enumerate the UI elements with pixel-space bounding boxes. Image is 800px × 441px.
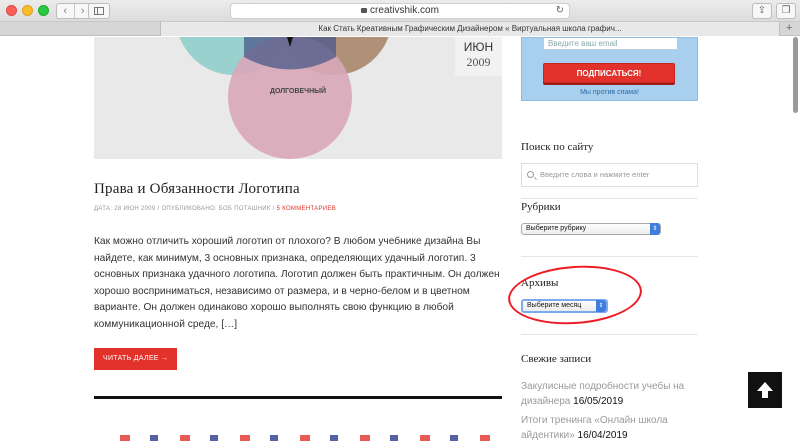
post-date-badge: ИЮН 2009 — [455, 37, 502, 76]
new-tab-button[interactable]: + — [786, 22, 792, 35]
sidebar-icon — [94, 7, 104, 15]
sidebar-toggle-button[interactable] — [88, 3, 110, 19]
next-post-image-strip[interactable] — [120, 435, 500, 441]
show-tabs-button[interactable]: ❐ — [776, 3, 796, 19]
scroll-to-top-button[interactable] — [748, 372, 782, 408]
zoom-window-icon[interactable] — [38, 5, 49, 16]
post-excerpt: Как можно отличить хороший логотип от пл… — [94, 236, 500, 330]
hero-label: ДОЛГОВЕЧНЫЙ — [270, 86, 326, 95]
annotation-circle — [506, 261, 644, 329]
recent-post-date: 16/04/2019 — [577, 430, 628, 441]
categories-select[interactable]: Выберите рубрику ⇕ — [521, 223, 661, 235]
recent-post-link[interactable]: Закулисные подробности учебы на дизайнер… — [521, 379, 711, 409]
search-placeholder: Введите слова и нажмите enter — [540, 170, 650, 179]
page-scrollbar[interactable] — [793, 37, 798, 113]
widget-separator — [521, 256, 698, 257]
date-year: 2009 — [466, 55, 491, 69]
share-button[interactable]: ⇪ — [752, 3, 772, 19]
browser-toolbar: ‹ › creativshik.com ↻ ⇪ ❐ — [0, 0, 800, 22]
select-arrows-icon: ⇕ — [650, 223, 660, 235]
post-meta-info: ДАТА: 28 ИЮН 2009 / ОПУБЛИКОВАНО: БОБ ПО… — [94, 206, 275, 212]
search-icon — [527, 171, 534, 178]
close-window-icon[interactable] — [6, 5, 17, 16]
url-text: creativshik.com — [370, 5, 439, 16]
widget-separator — [521, 198, 698, 199]
categories-widget-title: Рубрики — [521, 201, 561, 213]
read-more-button[interactable]: ЧИТАТЬ ДАЛЕЕ → — [94, 348, 178, 370]
page-content: ДОЛГОВЕЧНЫЙ ИЮН 2009 Права и Обязанности… — [0, 37, 800, 441]
reload-icon[interactable]: ↻ — [556, 4, 564, 18]
search-widget-title: Поиск по сайту — [521, 141, 594, 153]
comments-link[interactable]: 5 КОММЕНТАРИЕВ — [277, 206, 336, 212]
widget-separator — [521, 334, 698, 335]
search-input[interactable]: Введите слова и нажмите enter — [521, 163, 698, 187]
lock-icon — [361, 8, 368, 13]
history-nav: ‹ › — [56, 3, 92, 19]
date-month: ИЮН — [463, 40, 494, 54]
recent-post-date: 16/05/2019 — [573, 396, 624, 407]
antispam-note: Мы против спама! — [580, 89, 639, 96]
subscribe-email-input[interactable]: Введите ваш email — [543, 38, 678, 50]
tab-bar: Как Стать Креативным Графическим Дизайне… — [0, 22, 800, 36]
subscribe-button[interactable]: ПОДПИСАТЬСЯ! — [543, 63, 675, 83]
tab-active[interactable]: Как Стать Креативным Графическим Дизайне… — [160, 22, 780, 36]
post-hero-image[interactable]: ДОЛГОВЕЧНЫЙ — [94, 37, 502, 159]
minimize-window-icon[interactable] — [22, 5, 33, 16]
post-meta: ДАТА: 28 ИЮН 2009 / ОПУБЛИКОВАНО: БОБ ПО… — [94, 206, 336, 212]
address-bar[interactable]: creativshik.com ↻ — [230, 3, 570, 19]
subscribe-widget: Введите ваш email ПОДПИСАТЬСЯ! Мы против… — [521, 37, 698, 101]
arrow-up-icon — [757, 382, 773, 398]
back-button[interactable]: ‹ — [57, 4, 75, 18]
venn-illustration: ДОЛГОВЕЧНЫЙ — [179, 37, 389, 159]
recent-post-link[interactable]: Итоги тренинга «Онлайн школа айдентики» … — [521, 413, 711, 441]
post-divider — [94, 396, 502, 399]
recent-posts-title: Свежие записи — [521, 353, 592, 365]
categories-select-value: Выберите рубрику — [526, 225, 587, 232]
post-title[interactable]: Права и Обязанности Логотипа — [94, 181, 300, 198]
